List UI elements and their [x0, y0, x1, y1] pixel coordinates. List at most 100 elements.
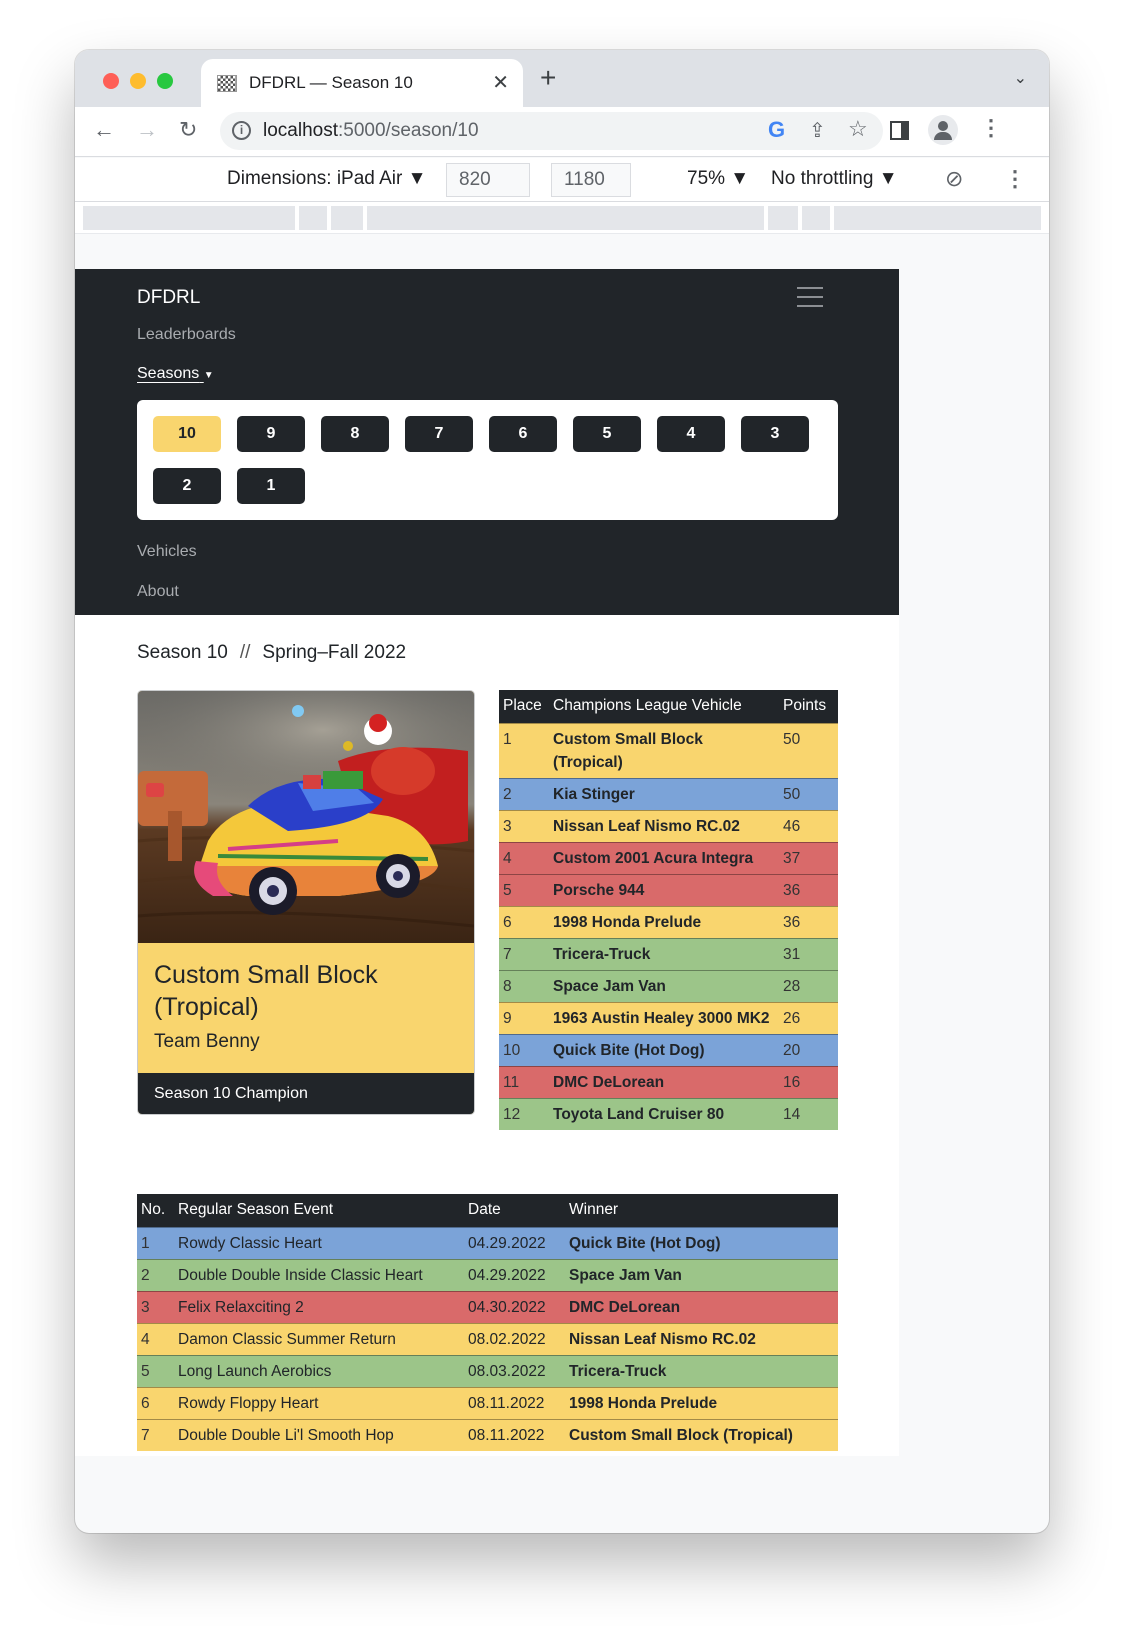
column-header-date: Date [464, 1194, 565, 1227]
season-button-8[interactable]: 8 [321, 416, 389, 452]
site-brand[interactable]: DFDRL [137, 287, 200, 309]
season-button-3[interactable]: 3 [741, 416, 809, 452]
browser-menu-icon[interactable]: ⋮ [980, 115, 1002, 141]
browser-tab[interactable]: DFDRL — Season 10 ✕ [201, 59, 523, 107]
event-number-cell: 7 [137, 1418, 174, 1451]
url-text[interactable]: localhost:5000/season/10 [263, 120, 479, 142]
table-row: 5 Porsche 944 36 [499, 873, 838, 906]
points-cell: 20 [779, 1033, 838, 1066]
zoom-dropdown[interactable]: 75% ▼ [687, 168, 749, 190]
nav-about[interactable]: About [137, 583, 179, 601]
nav-vehicles[interactable]: Vehicles [137, 543, 197, 561]
season-button-2[interactable]: 2 [153, 468, 221, 504]
place-cell: 8 [499, 969, 549, 1002]
event-name-cell: Long Launch Aerobics [174, 1354, 464, 1387]
event-date-cell: 04.29.2022 [464, 1258, 565, 1291]
new-tab-icon[interactable]: + [540, 62, 556, 94]
title-bar: DFDRL — Season 10 ✕ + ⌄ [75, 50, 1049, 107]
reload-icon[interactable]: ↻ [179, 117, 197, 143]
back-arrow-icon[interactable]: ← [93, 117, 115, 143]
vehicle-cell: Kia Stinger [549, 777, 779, 810]
device-width-input[interactable]: 820 [446, 163, 530, 197]
event-name-cell: Double Double Li'l Smooth Hop [174, 1418, 464, 1451]
event-date-cell: 08.02.2022 [464, 1322, 565, 1355]
column-header-event: Regular Season Event [174, 1194, 464, 1227]
nav-leaderboards[interactable]: Leaderboards [137, 326, 236, 344]
event-number-cell: 1 [137, 1226, 174, 1259]
google-icon[interactable]: G [768, 117, 785, 143]
vehicle-cell: Space Jam Van [549, 969, 779, 1002]
device-more-icon[interactable]: ⋮ [1004, 166, 1026, 192]
table-row: 11 DMC DeLorean 16 [499, 1065, 838, 1098]
profile-avatar-icon[interactable] [928, 115, 958, 145]
event-name-cell: Rowdy Floppy Heart [174, 1386, 464, 1419]
points-cell: 28 [779, 969, 838, 1002]
media-query-bar[interactable] [75, 202, 1049, 234]
event-date-cell: 08.03.2022 [464, 1354, 565, 1387]
champion-card-body: Custom Small Block (Tropical) Team Benny [138, 943, 474, 1073]
vehicle-cell: 1963 Austin Healey 3000 MK2 [549, 1001, 779, 1034]
throttling-dropdown[interactable]: No throttling ▼ [771, 168, 898, 190]
device-dimensions-dropdown[interactable]: Dimensions: iPad Air ▼ [227, 168, 426, 190]
event-winner-cell: Nissan Leaf Nismo RC.02 [565, 1322, 838, 1355]
event-number-cell: 2 [137, 1258, 174, 1291]
season-button-9[interactable]: 9 [237, 416, 305, 452]
event-date-cell: 04.29.2022 [464, 1226, 565, 1259]
season-button-1[interactable]: 1 [237, 468, 305, 504]
points-cell: 14 [779, 1097, 838, 1130]
season-button-4[interactable]: 4 [657, 416, 725, 452]
points-cell: 31 [779, 937, 838, 970]
share-icon[interactable]: ⇪ [809, 118, 826, 143]
event-date-cell: 08.11.2022 [464, 1386, 565, 1419]
champion-vehicle-name: Custom Small Block (Tropical) [154, 961, 378, 1021]
site-info-icon[interactable]: i [232, 121, 251, 140]
event-date-cell: 08.11.2022 [464, 1418, 565, 1451]
bookmark-star-icon[interactable]: ☆ [848, 116, 868, 142]
nav-seasons-dropdown[interactable]: Seasons ▼ [137, 365, 214, 383]
tab-title: DFDRL — Season 10 [249, 73, 413, 92]
minimize-window-button[interactable] [130, 73, 146, 89]
page-title: Season 10//Spring–Fall 2022 [137, 642, 407, 663]
place-cell: 6 [499, 905, 549, 938]
forward-arrow-icon[interactable]: → [136, 117, 158, 143]
event-winner-cell: 1998 Honda Prelude [565, 1386, 838, 1419]
points-cell: 36 [779, 905, 838, 938]
season-button-5[interactable]: 5 [573, 416, 641, 452]
points-cell: 50 [779, 722, 838, 778]
points-cell: 37 [779, 841, 838, 874]
champion-vehicle-photo [138, 691, 474, 943]
champions-league-table: Place Champions League Vehicle Points 1C… [499, 690, 838, 1130]
table-row: 12 Toyota Land Cruiser 80 14 [499, 1097, 838, 1130]
tab-search-chevron-icon[interactable]: ⌄ [1014, 68, 1027, 88]
table-row: 7 Double Double Li'l Smooth Hop 08.11.2022… [137, 1418, 838, 1451]
event-number-cell: 6 [137, 1386, 174, 1419]
place-cell: 9 [499, 1001, 549, 1034]
regular-season-events-table: No. Regular Season Event Date Winner 1 Ro… [137, 1194, 838, 1451]
rotate-icon[interactable]: ⊘ [945, 166, 963, 192]
vehicle-cell: Custom Small Block (Tropical) [549, 722, 779, 778]
season-button-7[interactable]: 7 [405, 416, 473, 452]
champion-team: Team Benny [154, 1031, 260, 1052]
table-row: 5 Long Launch Aerobics 08.03.2022 Tricera-T… [137, 1354, 838, 1387]
tab-close-icon[interactable]: ✕ [492, 70, 509, 95]
event-name-cell: Double Double Inside Classic Heart [174, 1258, 464, 1291]
vehicle-cell: 1998 Honda Prelude [549, 905, 779, 938]
maximize-window-button[interactable] [157, 73, 173, 89]
close-window-button[interactable] [103, 73, 119, 89]
event-winner-cell: Tricera-Truck [565, 1354, 838, 1387]
place-cell: 1 [499, 722, 549, 778]
table-row: 2 Kia Stinger 50 [499, 777, 838, 810]
season-button-6[interactable]: 6 [489, 416, 557, 452]
table-row: 3 Nissan Leaf Nismo RC.02 46 [499, 809, 838, 842]
device-height-input[interactable]: 1180 [551, 163, 631, 197]
points-cell: 26 [779, 1001, 838, 1034]
device-toolbar: Dimensions: iPad Air ▼ 820 × 1180 75% ▼ … [75, 158, 1049, 202]
site-navbar: DFDRL Leaderboards Seasons ▼ 10 9 8 7 6 … [75, 269, 899, 615]
table-row: 4 Damon Classic Summer Return 08.02.2022 Ni… [137, 1322, 838, 1355]
side-panel-icon[interactable] [890, 121, 909, 140]
event-winner-cell: Custom Small Block (Tropical) [565, 1418, 838, 1451]
address-bar[interactable]: i localhost:5000/season/10 G ⇪ ☆ [220, 112, 883, 150]
table-row: 8 Space Jam Van 28 [499, 969, 838, 1002]
season-button-10[interactable]: 10 [153, 416, 221, 452]
hamburger-menu-icon[interactable] [797, 287, 823, 309]
